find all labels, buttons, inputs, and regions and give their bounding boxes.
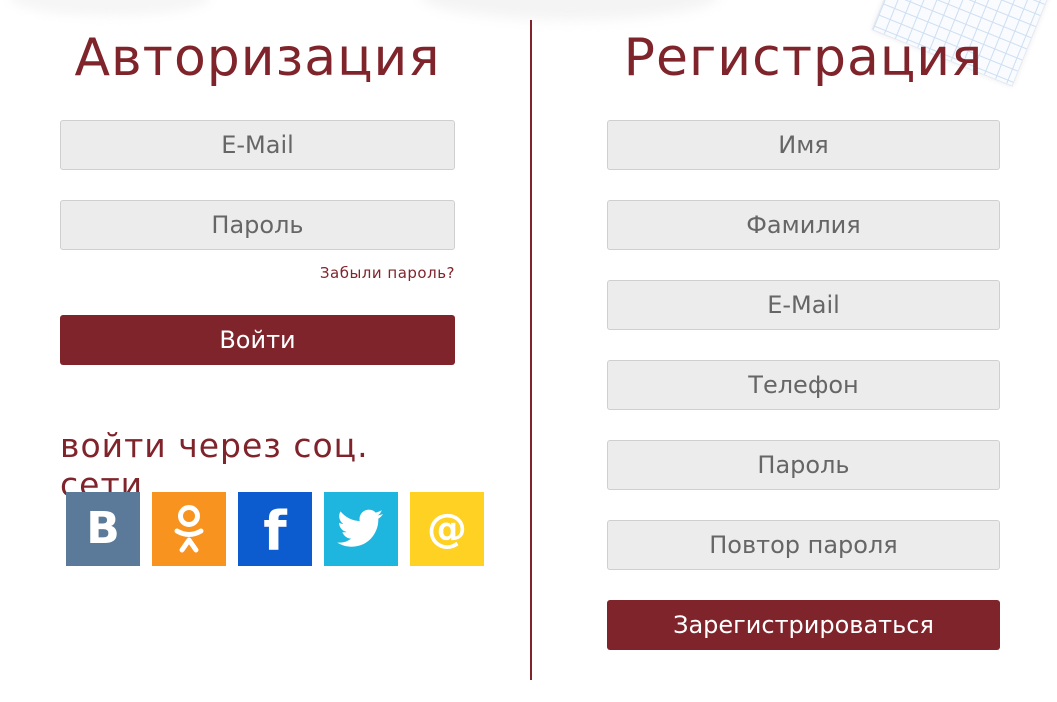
vk-icon: B bbox=[86, 503, 120, 554]
register-button[interactable]: Зарегистрироваться bbox=[607, 600, 1000, 650]
register-password-repeat-input[interactable] bbox=[607, 520, 1000, 570]
odnoklassniki-login-button[interactable] bbox=[152, 492, 226, 566]
login-email-input[interactable] bbox=[60, 120, 455, 170]
odnoklassniki-icon bbox=[174, 505, 204, 553]
register-last-name-input[interactable] bbox=[607, 200, 1000, 250]
mail-login-button[interactable]: @ bbox=[410, 492, 484, 566]
social-login-buttons: B f @ bbox=[66, 492, 484, 566]
vk-login-button[interactable]: B bbox=[66, 492, 140, 566]
twitter-bird-icon bbox=[337, 509, 383, 547]
facebook-icon: f bbox=[263, 500, 287, 563]
decorative-shadow bbox=[420, 0, 720, 20]
register-password-input[interactable] bbox=[607, 440, 1000, 490]
decorative-shadow bbox=[10, 0, 210, 16]
register-first-name-input[interactable] bbox=[607, 120, 1000, 170]
register-title: Регистрация bbox=[623, 28, 984, 88]
login-title: Авторизация bbox=[74, 28, 441, 88]
facebook-login-button[interactable]: f bbox=[238, 492, 312, 566]
login-password-input[interactable] bbox=[60, 200, 455, 250]
column-divider bbox=[530, 20, 532, 680]
register-phone-input[interactable] bbox=[607, 360, 1000, 410]
login-button[interactable]: Войти bbox=[60, 315, 455, 365]
forgot-password-link[interactable]: Забыли пароль? bbox=[320, 264, 455, 282]
register-email-input[interactable] bbox=[607, 280, 1000, 330]
twitter-login-button[interactable] bbox=[324, 492, 398, 566]
mail-at-icon: @ bbox=[427, 506, 467, 552]
